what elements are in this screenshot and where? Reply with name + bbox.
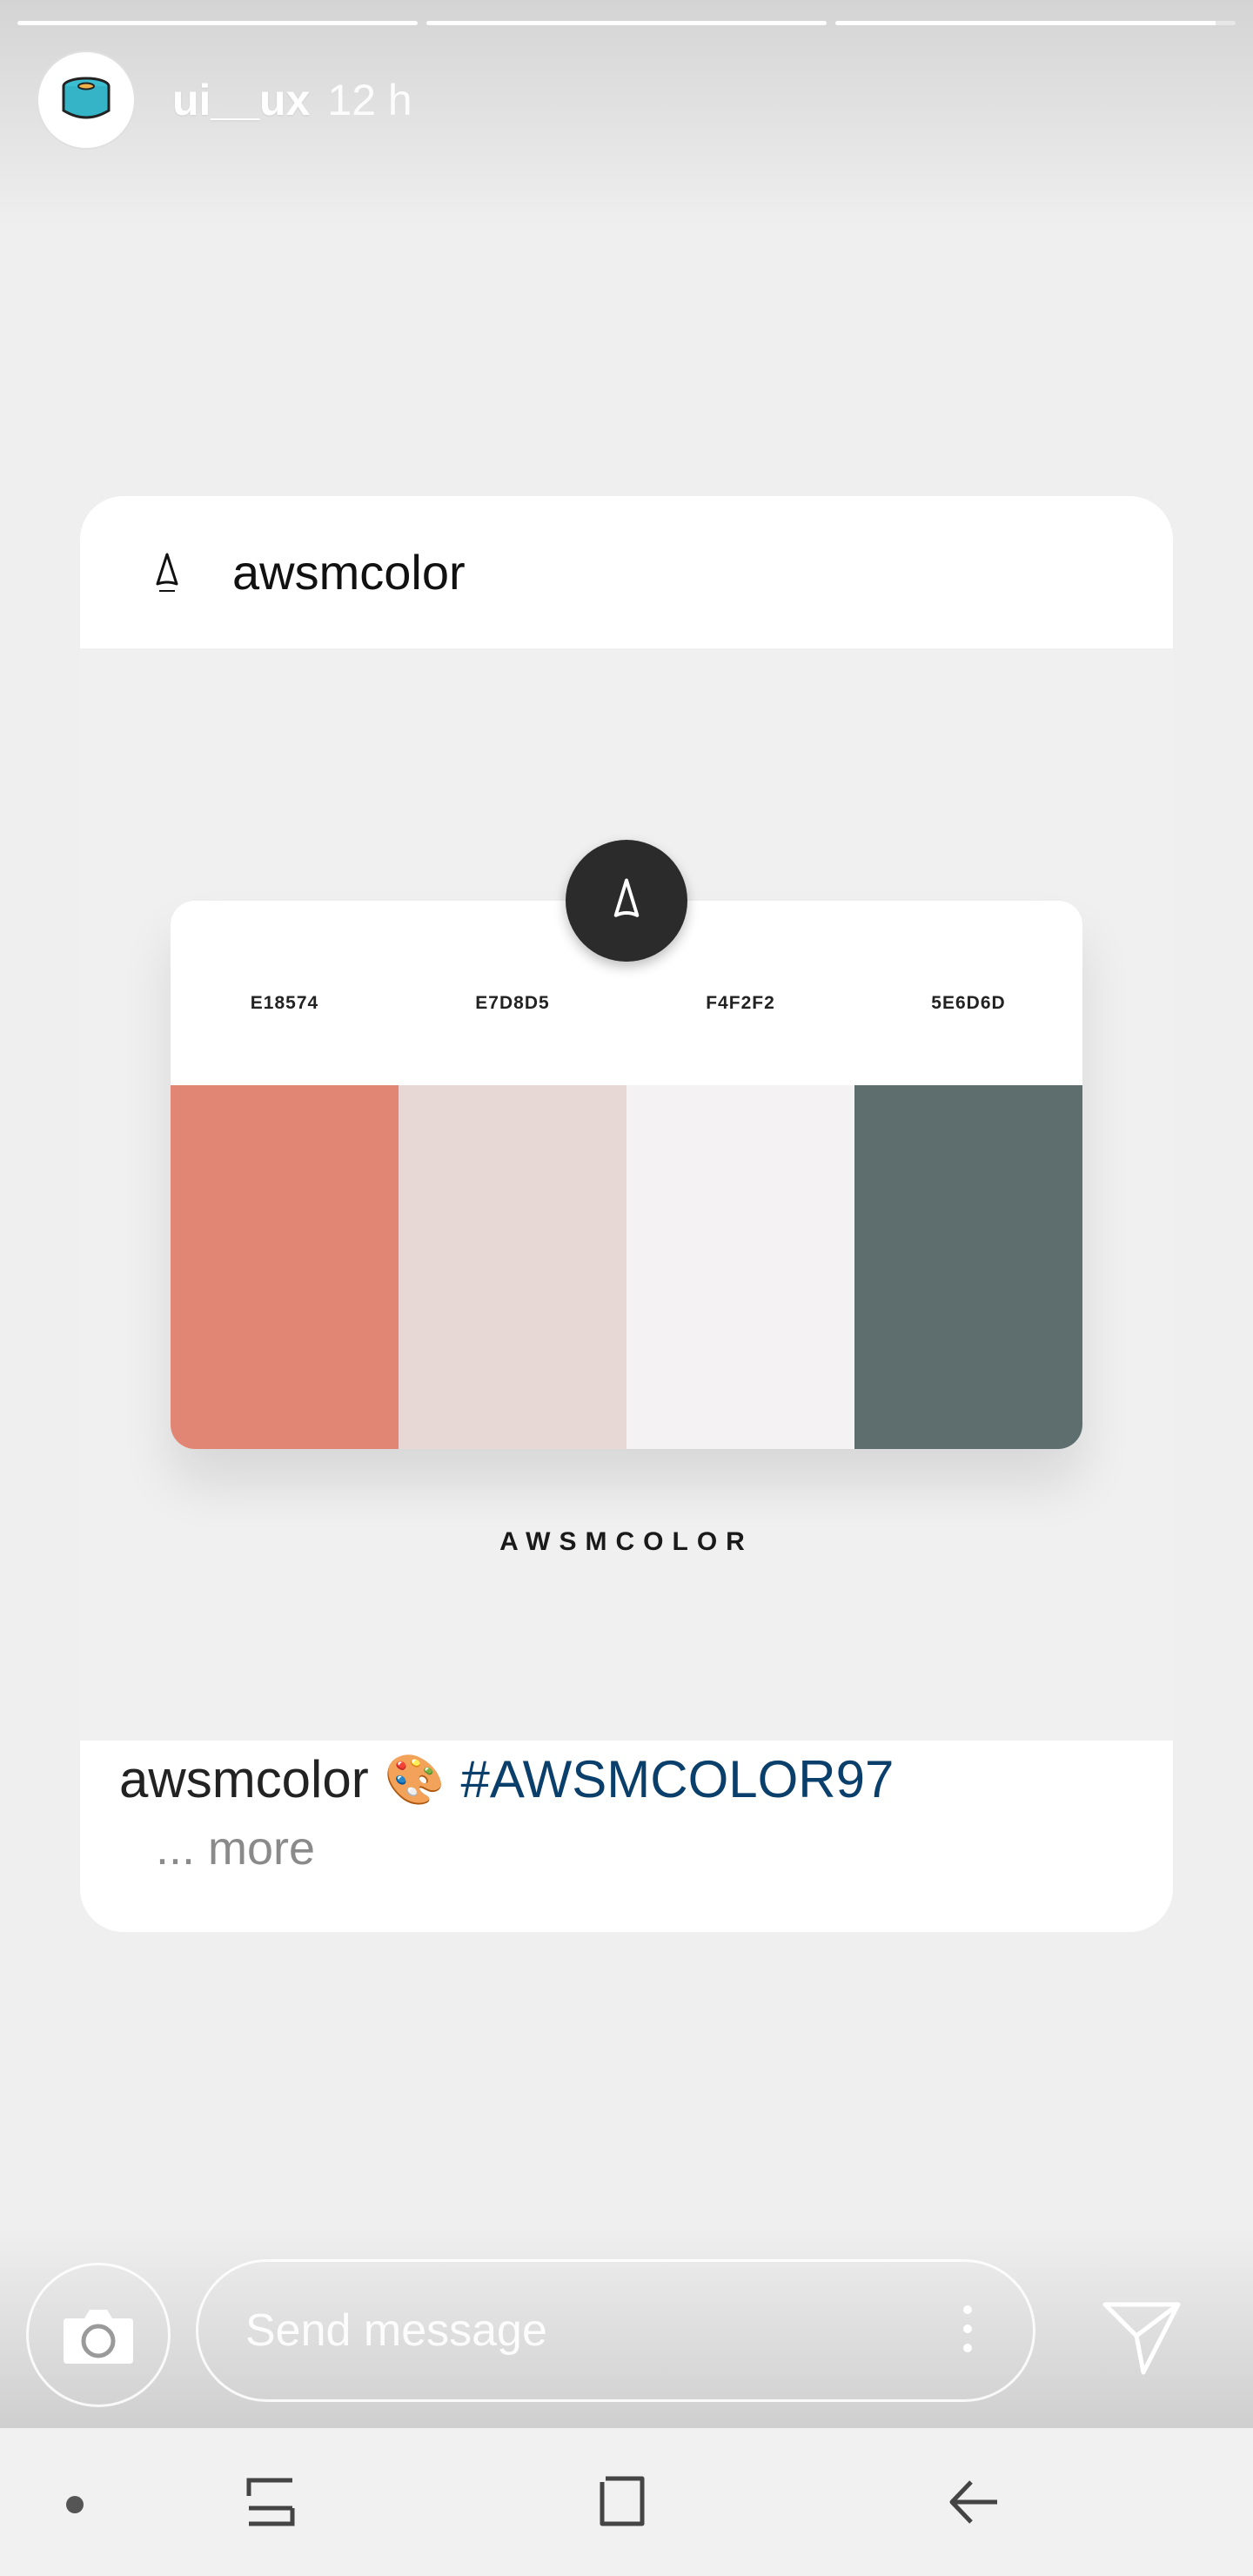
story-timestamp: 12 h — [327, 76, 412, 124]
back-icon[interactable] — [947, 2473, 1001, 2531]
post-header: awsmcolor — [80, 496, 1173, 648]
more-vertical-icon[interactable] — [963, 2305, 972, 2352]
palette-swatches — [171, 1085, 1082, 1449]
send-icon — [1102, 2302, 1181, 2375]
post-wordmark: AWSMCOLOR — [499, 1527, 754, 1556]
story-progress-segment — [17, 21, 418, 25]
caption-author[interactable]: awsmcolor — [119, 1749, 369, 1809]
shared-post-card[interactable]: awsmcolor E18574 E7D8D5 F4F2F2 5E6D6D AW… — [80, 496, 1173, 1932]
post-caption: awsmcolor 🎨 #AWSMCOLOR97 ... more — [119, 1749, 1137, 1875]
nav-dot-icon[interactable] — [66, 2496, 84, 2513]
palette-swatch — [626, 1085, 854, 1449]
camera-icon — [64, 2310, 133, 2364]
recent-apps-icon[interactable] — [244, 2473, 298, 2531]
avatar[interactable] — [37, 50, 136, 150]
send-message-field[interactable] — [196, 2259, 1035, 2402]
tape-roll-icon — [62, 77, 111, 119]
awsmcolor-logo-icon — [150, 548, 184, 597]
story-progress-bar — [17, 21, 1236, 26]
story-progress-segment-current — [835, 21, 1236, 25]
story-header: ui__ux 12 h — [37, 50, 412, 150]
system-navigation-bar — [0, 2428, 1253, 2576]
awsmcolor-badge-icon — [566, 840, 687, 962]
palette-emoji-icon: 🎨 — [384, 1751, 446, 1807]
post-author[interactable]: awsmcolor — [232, 544, 466, 600]
palette-swatch — [171, 1085, 399, 1449]
post-image: E18574 E7D8D5 F4F2F2 5E6D6D AWSMCOLOR — [80, 648, 1173, 1741]
home-icon[interactable] — [595, 2473, 649, 2531]
palette-card: E18574 E7D8D5 F4F2F2 5E6D6D — [171, 901, 1082, 1449]
story-progress-segment — [426, 21, 827, 25]
palette-swatch — [399, 1085, 626, 1449]
story-username[interactable]: ui__ux — [172, 75, 310, 125]
camera-button[interactable] — [26, 2263, 171, 2407]
caption-more-link[interactable]: ... more — [156, 1821, 1137, 1875]
send-button[interactable] — [1098, 2292, 1185, 2379]
message-input[interactable] — [244, 2304, 908, 2358]
caption-hashtag[interactable]: #AWSMCOLOR97 — [460, 1749, 894, 1809]
palette-code: 5E6D6D — [931, 993, 1006, 1013]
palette-swatch — [854, 1085, 1082, 1449]
palette-code: E18574 — [250, 993, 319, 1013]
